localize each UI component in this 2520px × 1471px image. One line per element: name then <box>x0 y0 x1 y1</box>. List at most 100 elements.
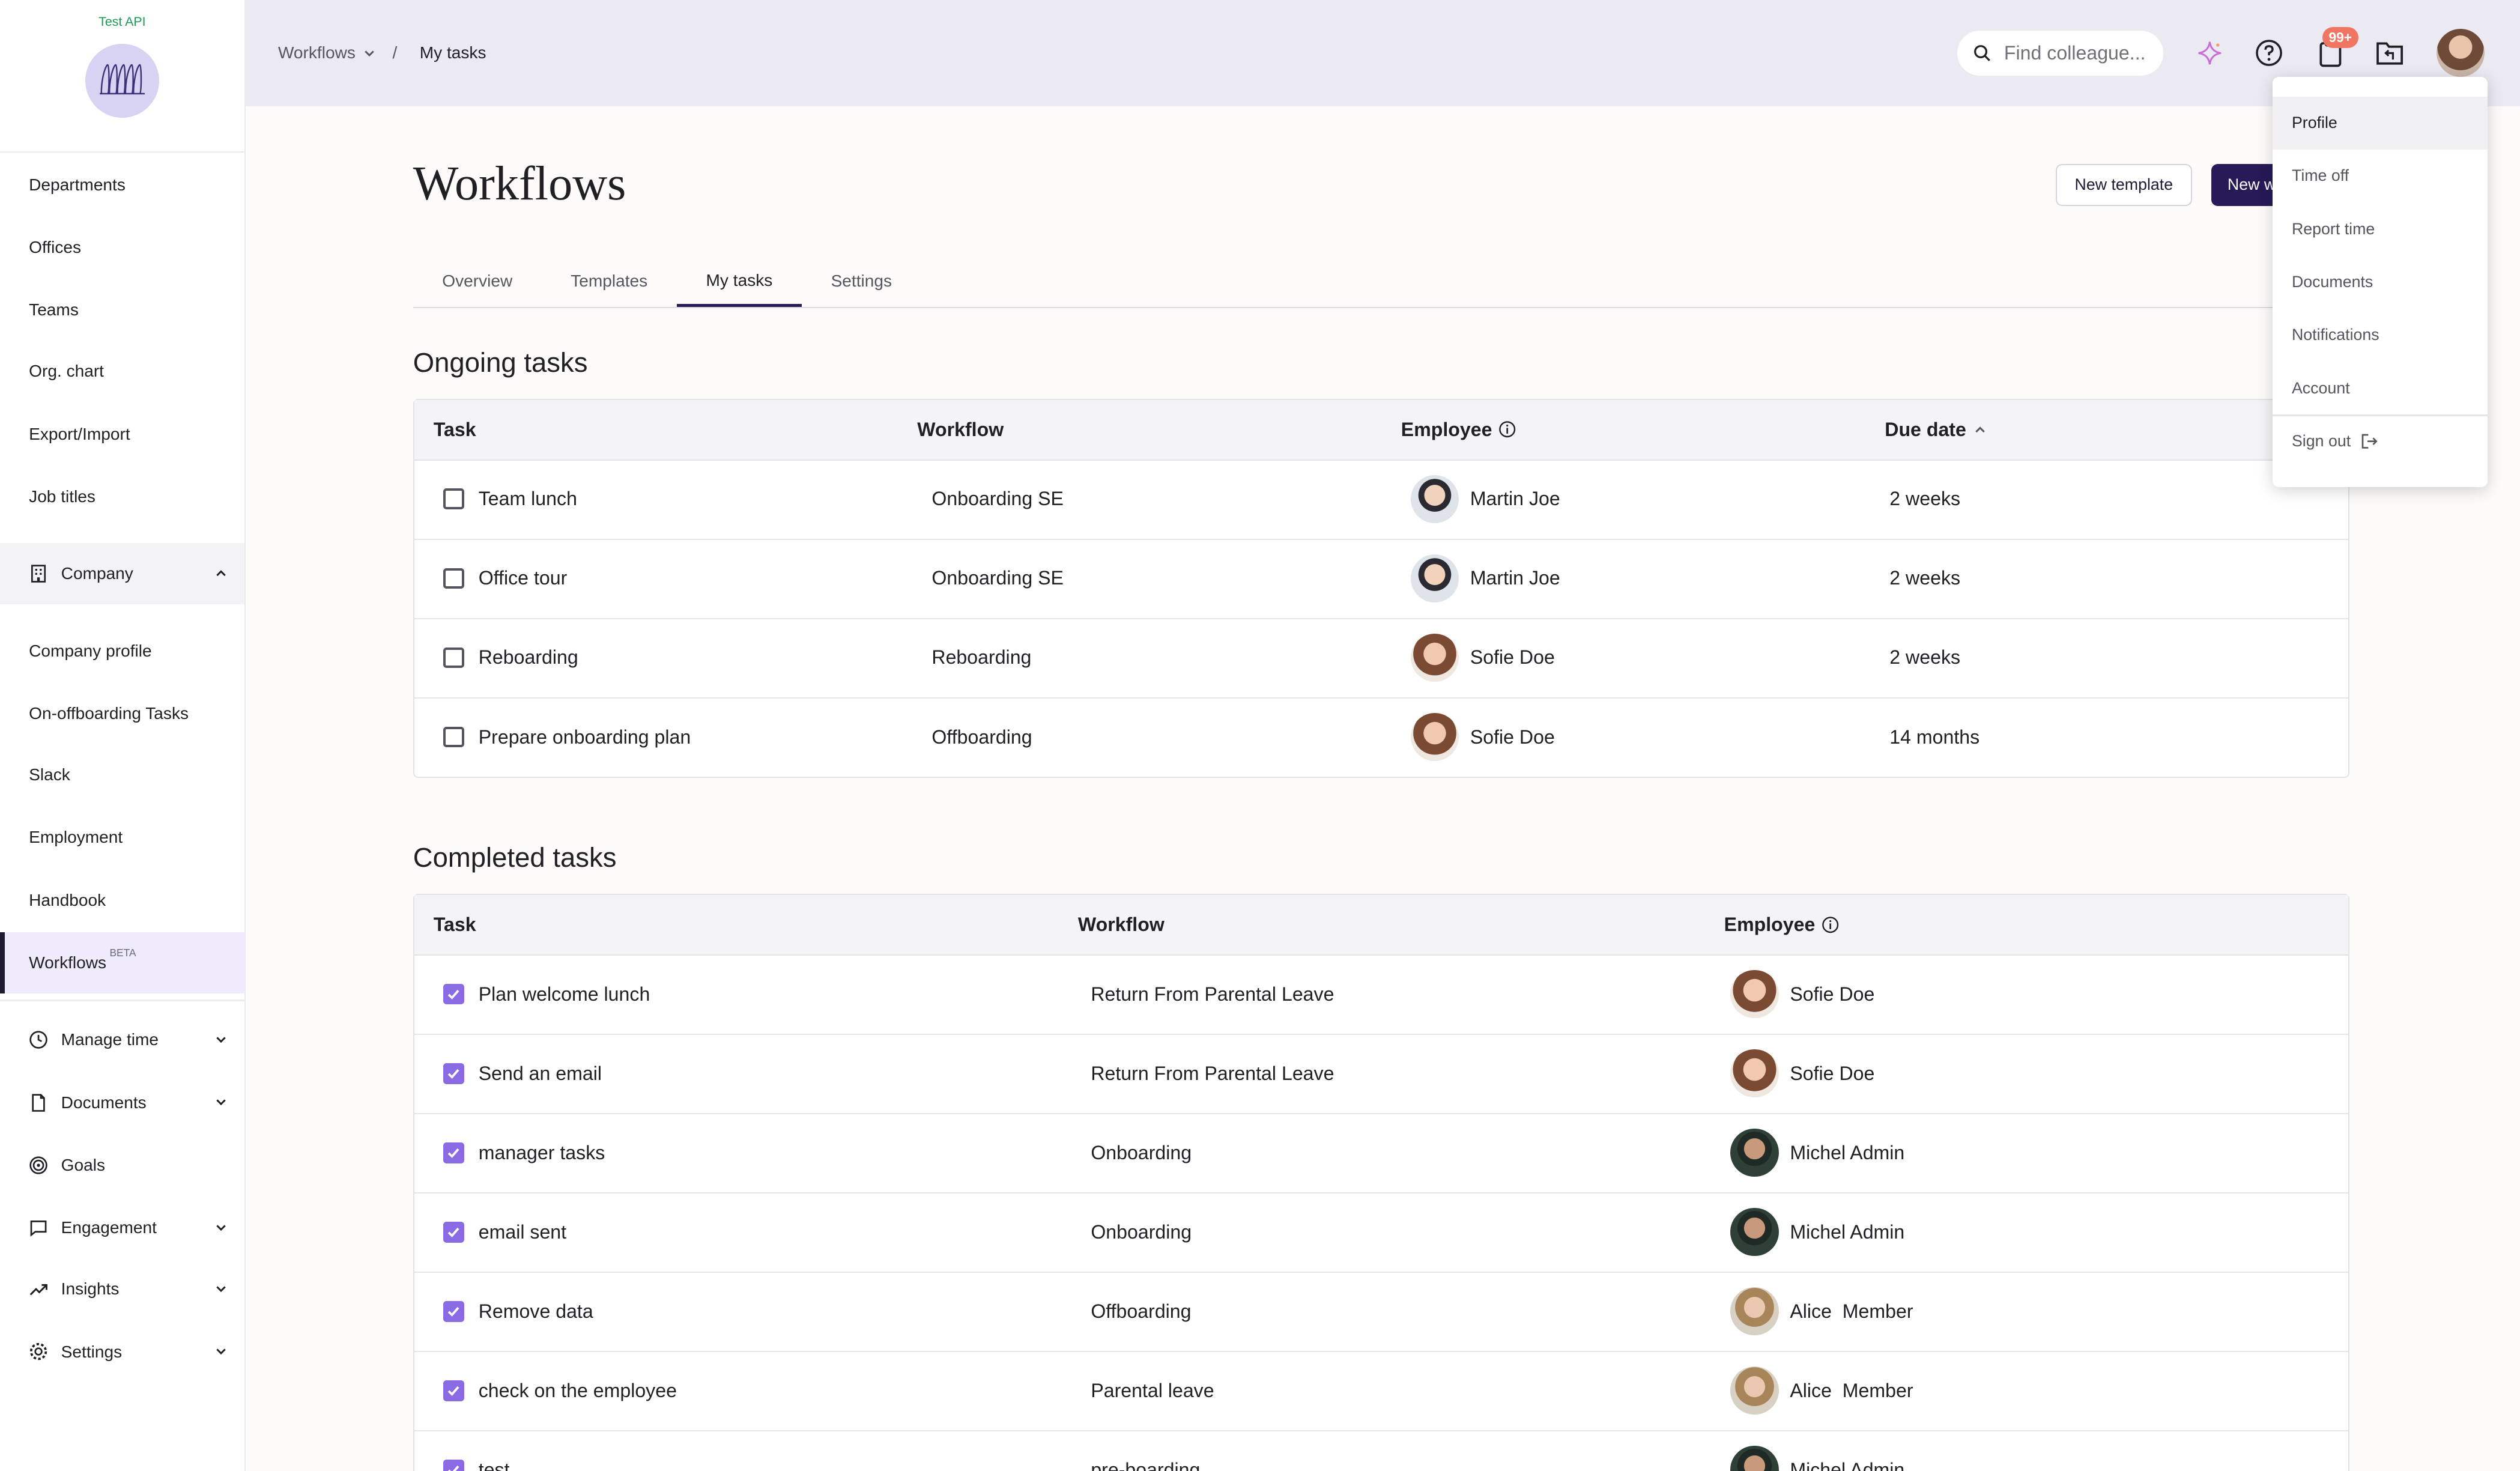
task-checkbox[interactable] <box>443 488 464 510</box>
topbar: Workflows / My tasks 99+ <box>244 0 2520 106</box>
task-cell: check on the employee <box>443 1352 677 1429</box>
sort-ascending-icon <box>1975 426 1985 433</box>
menu-item-profile[interactable]: Profile <box>2272 96 2488 150</box>
workflow-cell: pre-boarding <box>1091 1458 1201 1471</box>
tab-overview[interactable]: Overview <box>413 257 542 305</box>
help-button[interactable] <box>2253 37 2286 70</box>
task-checkbox-checked[interactable] <box>443 1142 464 1163</box>
menu-item-documents[interactable]: Documents <box>2273 255 2488 308</box>
employee-name[interactable]: Martin Joe <box>1470 567 1560 589</box>
sidebar-item-label: Export/Import <box>29 424 130 443</box>
employee-cell: Michel Admin <box>1730 1114 1904 1191</box>
folder-switch-button[interactable] <box>2373 37 2406 70</box>
due-date-cell: 2 weeks <box>1889 488 1961 510</box>
sidebar-item-handbook[interactable]: Handbook <box>0 870 244 931</box>
sidebar-item-goals[interactable]: Goals <box>0 1135 244 1196</box>
sidebar-item-label: Company profile <box>29 641 152 660</box>
sidebar-item-label: Offices <box>29 238 82 257</box>
sidebar-item-label: Settings <box>61 1342 123 1361</box>
task-name: Team lunch <box>478 488 577 510</box>
task-checkbox-checked[interactable] <box>443 1221 464 1243</box>
checkmark-icon <box>447 1069 459 1079</box>
sidebar-item-settings[interactable]: Settings <box>0 1321 244 1383</box>
new-template-button[interactable]: New template <box>2055 163 2193 206</box>
menu-item-sign-out[interactable]: Sign out <box>2273 414 2488 467</box>
employee-name[interactable]: Sofie Doe <box>1470 726 1555 748</box>
sidebar-item-export-import[interactable]: Export/Import <box>0 404 244 465</box>
search-input[interactable] <box>2001 40 2162 66</box>
menu-item-notifications[interactable]: Notifications <box>2273 309 2488 362</box>
menu-item-time-off[interactable]: Time off <box>2273 150 2488 202</box>
task-checkbox-checked[interactable] <box>443 983 464 1005</box>
employee-name[interactable]: Michel Admin <box>1790 1142 1904 1164</box>
chevron-down-icon <box>216 1099 226 1106</box>
employee-name[interactable]: Alice Member <box>1790 1380 1913 1402</box>
menu-item-account[interactable]: Account <box>2273 362 2488 414</box>
breadcrumb-parent[interactable]: Workflows <box>278 43 356 62</box>
info-icon[interactable] <box>1822 916 1839 933</box>
workflow-cell: Reboarding <box>931 646 1032 669</box>
task-checkbox-checked[interactable] <box>443 1300 464 1322</box>
info-icon[interactable] <box>1498 420 1516 438</box>
sidebar-item-slack[interactable]: Slack <box>0 744 244 805</box>
tab-templates[interactable]: Templates <box>543 257 674 305</box>
employee-name[interactable]: Sofie Doe <box>1790 983 1874 1005</box>
table-header: Task Workflow Employee Due date <box>414 399 2349 461</box>
menu-item-report-time[interactable]: Report time <box>2273 202 2488 255</box>
tab-my-tasks[interactable]: My tasks <box>676 257 802 307</box>
user-avatar[interactable] <box>2436 29 2485 77</box>
employee-name[interactable]: Michel Admin <box>1790 1221 1904 1243</box>
task-checkbox[interactable] <box>443 726 464 748</box>
sidebar-item-insights[interactable]: Insights <box>0 1258 244 1320</box>
sidebar-item-company-profile[interactable]: Company profile <box>0 620 244 682</box>
sidebar-item-manage-time[interactable]: Manage time <box>0 1010 244 1071</box>
task-checkbox[interactable] <box>443 647 464 669</box>
column-header-task[interactable]: Task <box>434 400 476 459</box>
sidebar-section-company[interactable]: Company <box>0 543 244 605</box>
task-checkbox-checked[interactable] <box>443 1063 464 1084</box>
column-header-task[interactable]: Task <box>434 895 476 954</box>
employee-name[interactable]: Martin Joe <box>1470 488 1560 510</box>
column-header-workflow[interactable]: Workflow <box>1078 895 1165 954</box>
column-header-employee[interactable]: Employee <box>1724 895 1840 954</box>
ai-sparkle-button[interactable] <box>2194 37 2226 70</box>
task-cell: Team lunch <box>443 461 577 538</box>
table-row: Send an email Return From Parental Leave… <box>414 1035 2349 1114</box>
column-header-due-date[interactable]: Due date <box>1885 400 1987 459</box>
sidebar-item-workflows[interactable]: Workflows BETA <box>0 932 244 993</box>
colleague-search[interactable] <box>1957 30 2163 76</box>
checkmark-icon <box>447 1228 459 1238</box>
sidebar-item-on-offboarding-tasks[interactable]: On-offboarding Tasks <box>0 683 244 744</box>
sidebar-item-offices[interactable]: Offices <box>0 217 244 278</box>
company-logo[interactable] <box>85 44 159 118</box>
task-checkbox-checked[interactable] <box>443 1459 464 1471</box>
due-date-cell: 14 months <box>1889 726 1980 748</box>
task-name: test <box>478 1458 510 1471</box>
notification-badge: 99+ <box>2322 27 2358 49</box>
employee-name[interactable]: Sofie Doe <box>1790 1063 1874 1085</box>
checkmark-icon <box>447 1386 459 1397</box>
sidebar-item-employment[interactable]: Employment <box>0 807 244 868</box>
task-checkbox-checked[interactable] <box>443 1380 464 1401</box>
column-header-employee[interactable]: Employee <box>1401 400 1516 459</box>
table-row: test pre-boarding Michel Admin <box>414 1431 2349 1471</box>
employee-name[interactable]: Michel Admin <box>1790 1459 1904 1471</box>
sidebar-item-teams[interactable]: Teams <box>0 280 244 341</box>
task-checkbox[interactable] <box>443 568 464 589</box>
chevron-down-icon[interactable] <box>362 46 377 60</box>
sidebar-item-org-chart[interactable]: Org. chart <box>0 341 244 402</box>
sidebar-item-departments[interactable]: Departments <box>0 154 244 216</box>
sidebar-item-documents[interactable]: Documents <box>0 1072 244 1133</box>
employee-name[interactable]: Alice Member <box>1790 1300 1913 1323</box>
employee-name[interactable]: Sofie Doe <box>1470 646 1555 669</box>
tab-settings[interactable]: Settings <box>804 257 919 305</box>
task-cell: test <box>443 1431 510 1471</box>
sidebar-item-job-titles[interactable]: Job titles <box>0 466 244 527</box>
table-row: Team lunch Onboarding SE Martin Joe 2 we… <box>414 461 2349 540</box>
sparkle-icon <box>2198 41 2222 65</box>
checkmark-icon <box>447 989 459 999</box>
brand-name: Test API <box>98 14 146 29</box>
sidebar-item-engagement[interactable]: Engagement <box>0 1198 244 1259</box>
task-name: Office tour <box>478 567 568 589</box>
column-header-workflow[interactable]: Workflow <box>917 400 1004 459</box>
